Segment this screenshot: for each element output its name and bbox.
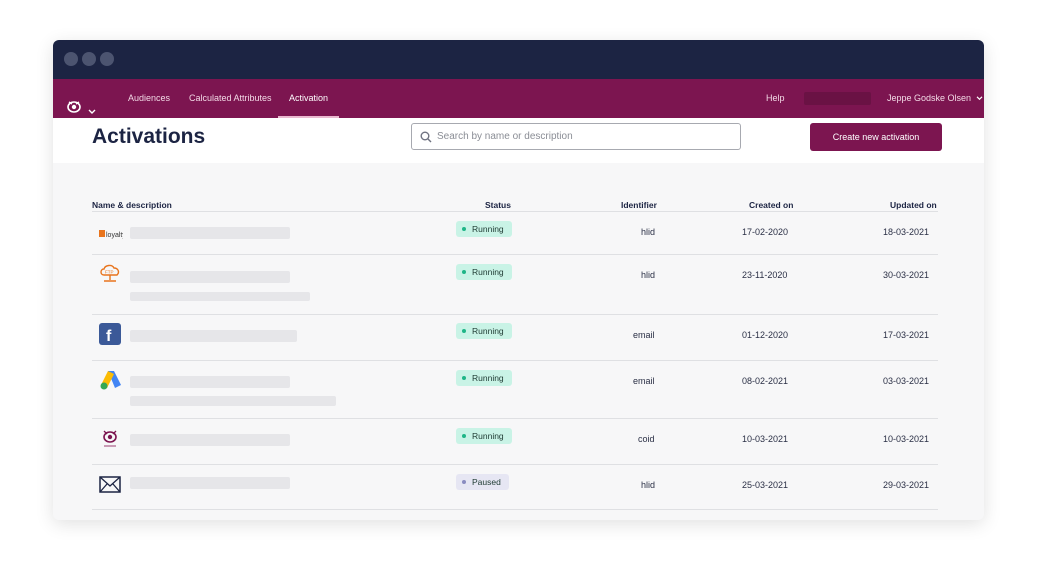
name-placeholder [130,434,290,446]
app-window: Audiences Calculated Attributes Activati… [53,40,984,520]
updated-date: 30-03-2021 [883,270,930,280]
created-date: 17-02-2020 [742,227,789,237]
status-badge: Running [456,221,512,237]
created-date: 25-03-2021 [742,480,789,490]
brand-eye-icon [99,428,121,455]
created-date: 01-12-2020 [742,330,789,340]
nav-audiences[interactable]: Audiences [128,79,170,118]
status-badge: Running [456,323,512,339]
created-date: 10-03-2021 [742,434,789,444]
search-icon [420,131,432,143]
updated-date: 29-03-2021 [883,480,930,490]
search-input[interactable]: Search by name or description [411,123,741,150]
table-row[interactable]: Running email 08-02-2021 03-03-2021 [92,360,938,418]
window-titlebar [53,40,984,79]
top-navbar: Audiences Calculated Attributes Activati… [53,79,984,118]
nav-activation[interactable]: Activation [278,79,340,118]
description-placeholder [130,292,310,301]
user-name: Jeppe Godske Olsen [887,93,972,103]
svg-text:f: f [106,328,112,345]
window-close-dot[interactable] [64,52,78,66]
identifier-value: coid [638,434,655,444]
table-row[interactable]: f Running email 01-12-2020 17-03-2021 [92,314,938,360]
status-badge: Paused [456,474,509,490]
column-header-updated[interactable]: Updated on [890,200,937,210]
user-chevron-icon [976,96,982,101]
user-menu[interactable]: Jeppe Godske Olsen [887,79,983,118]
column-header-created[interactable]: Created on [749,200,793,210]
identifier-value: email [633,330,655,340]
table-row[interactable]: loyalty Running hlid 17-02-2020 18-03-20… [92,211,938,254]
identifier-value: email [633,376,655,386]
table-row[interactable]: Running coid 10-03-2021 10-03-2021 [92,418,938,464]
status-badge: Running [456,264,512,280]
loyalty-logo-icon: loyalty [99,226,126,244]
status-badge: Running [456,428,512,444]
name-placeholder [130,271,290,283]
identifier-value: hlid [641,227,656,237]
created-date: 23-11-2020 [742,270,788,280]
description-placeholder [130,396,336,406]
table-row[interactable]: FTP Running hlid 23-11-2020 30-03-2021 [92,254,938,314]
nav-help[interactable]: Help [766,79,785,118]
google-ads-icon [99,369,123,396]
brand-menu-chevron-icon[interactable] [88,93,96,114]
created-date: 08-02-2021 [742,376,789,386]
svg-text:FTP: FTP [105,270,114,275]
updated-date: 17-03-2021 [883,330,930,340]
column-header-name[interactable]: Name & description [92,200,172,210]
nav-calculated-attributes[interactable]: Calculated Attributes [189,79,272,118]
email-envelope-icon [99,476,121,499]
updated-date: 03-03-2021 [883,376,930,386]
name-placeholder [130,227,290,239]
identifier-value: hlid [641,270,656,280]
window-maximize-dot[interactable] [100,52,114,66]
table-row[interactable]: Paused hlid 25-03-2021 29-03-2021 [92,464,938,510]
name-placeholder [130,330,297,342]
window-minimize-dot[interactable] [82,52,96,66]
brand-logo-icon[interactable] [66,91,82,113]
page-title: Activations [92,125,206,148]
name-placeholder [130,477,290,489]
page-header: Activations Search by name or descriptio… [53,118,984,163]
column-header-identifier[interactable]: Identifier [621,200,657,210]
ftp-cloud-icon: FTP [99,264,121,289]
search-placeholder: Search by name or description [437,131,573,142]
updated-date: 10-03-2021 [883,434,930,444]
column-header-status[interactable]: Status [485,200,511,210]
svg-text:loyalty: loyalty [106,232,123,239]
status-badge: Running [456,370,512,386]
updated-date: 18-03-2021 [883,227,930,237]
redacted-field [804,92,871,105]
facebook-icon: f [99,323,121,350]
name-placeholder [130,376,290,388]
identifier-value: hlid [641,480,656,490]
create-activation-button[interactable]: Create new activation [810,123,942,151]
